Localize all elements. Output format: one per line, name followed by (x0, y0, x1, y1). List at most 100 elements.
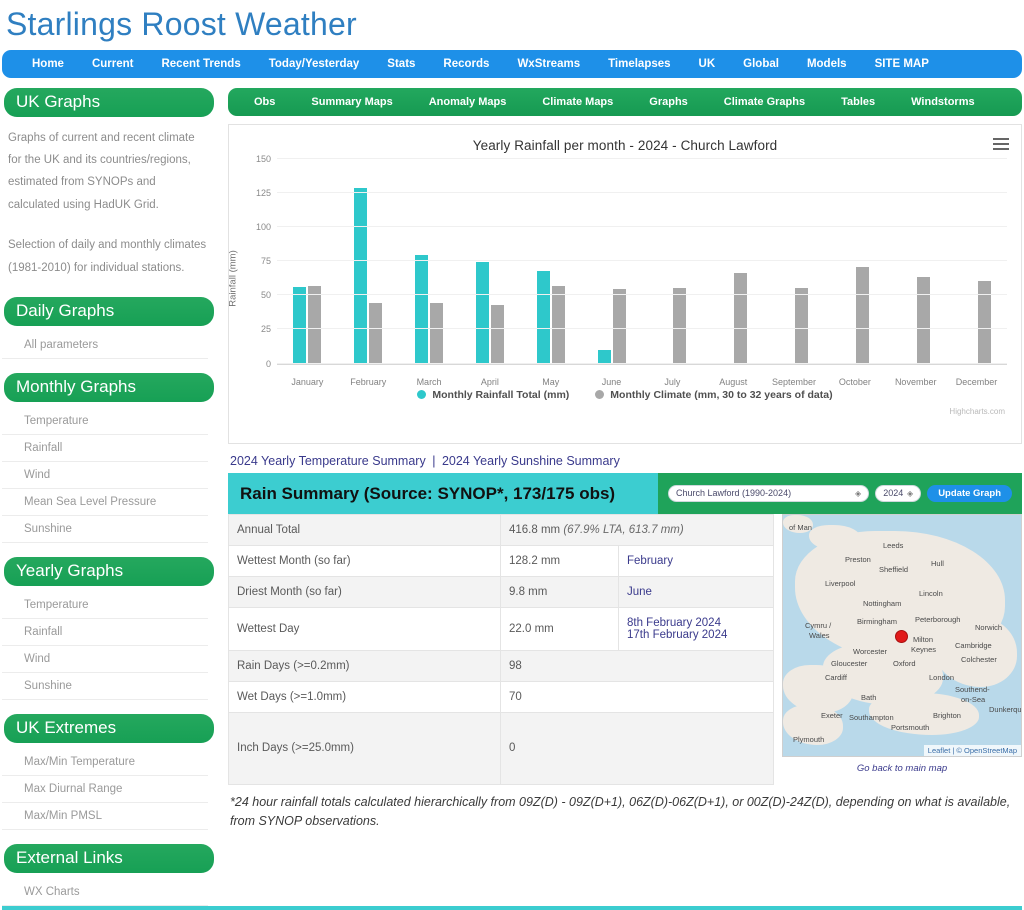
chart-bar[interactable] (293, 287, 307, 364)
legend-item[interactable]: Monthly Rainfall Total (mm) (417, 389, 569, 401)
map-place-label: Gloucester (831, 658, 868, 668)
sidebar-item-rainfall[interactable]: Rainfall (2, 619, 208, 647)
chart-gridline: 125 (256, 188, 1007, 198)
row-link[interactable]: 17th February 2024 (627, 629, 765, 641)
chart-bar[interactable] (415, 254, 429, 364)
map-place-label: Sheffield (879, 564, 909, 574)
chart-bar[interactable] (551, 286, 565, 364)
nav-item-recent-trends[interactable]: Recent Trends (147, 58, 254, 70)
chart-bar[interactable] (490, 304, 504, 364)
chart-bar[interactable] (354, 188, 368, 364)
sidebar-item-max-min-temperature[interactable]: Max/Min Temperature (2, 749, 208, 777)
link-temperature-summary[interactable]: 2024 Yearly Temperature Summary (230, 454, 426, 468)
chart-bar[interactable] (597, 350, 611, 364)
sidebar-item-wx-charts[interactable]: WX Charts (2, 879, 208, 907)
x-axis-tick: August (719, 376, 748, 387)
sidebar-item-temperature[interactable]: Temperature (2, 592, 208, 620)
link-sunshine-summary[interactable]: 2024 Yearly Sunshine Summary (442, 454, 620, 468)
map-attribution: Leaflet | © OpenStreetMap (923, 744, 1021, 756)
sidebar-item-max-min-pmsl[interactable]: Max/Min PMSL (2, 803, 208, 831)
nav-item-home[interactable]: Home (14, 58, 78, 70)
chart-bar[interactable] (795, 287, 809, 364)
back-to-main-map-link[interactable]: Go back to main map (857, 763, 947, 774)
nav-item-global[interactable]: Global (729, 58, 793, 70)
chart-category-group (824, 159, 885, 364)
update-graph-button[interactable]: Update Graph (927, 484, 1012, 502)
chart-bar[interactable] (855, 267, 869, 364)
map-place-label: Wales (809, 630, 830, 640)
sidebar-item-max-diurnal-range[interactable]: Max Diurnal Range (2, 776, 208, 804)
legend-color-swatch (595, 390, 605, 400)
nav-item-models[interactable]: Models (793, 58, 861, 70)
row-value: 70 (500, 680, 774, 713)
sidebar-item-sunshine[interactable]: Sunshine (2, 516, 208, 544)
row-value: 416.8 mm (67.9% LTA, 613.7 mm) (500, 513, 774, 546)
nav-item-wxstreams[interactable]: WxStreams (503, 58, 594, 70)
x-axis-tick: December (955, 376, 998, 387)
nav-item-today-yesterday[interactable]: Today/Yesterday (255, 58, 374, 70)
chart-gridline: 75 (261, 256, 1007, 266)
sidebar-item-wind[interactable]: Wind (2, 462, 208, 490)
sidebar-item-all-parameters[interactable]: All parameters (2, 332, 208, 360)
y-axis-tick: 75 (260, 256, 271, 267)
nav-item-current[interactable]: Current (78, 58, 148, 70)
chart-gridline: 0 (266, 359, 1007, 369)
subnav-item-anomaly-maps[interactable]: Anomaly Maps (411, 96, 525, 108)
chart-bars (277, 159, 1007, 364)
table-row: Inch Days (>=25.0mm) 0 (228, 711, 774, 785)
sidebar-item-temperature[interactable]: Temperature (2, 408, 208, 436)
chart-bar[interactable] (612, 289, 626, 364)
chart-bar[interactable] (430, 302, 444, 364)
row-link[interactable]: 8th February 2024 (627, 617, 765, 629)
chart-bar[interactable] (673, 287, 687, 364)
row-label: Annual Total (228, 513, 501, 546)
map-place-label: Southend- (955, 684, 990, 694)
map-place-label: Worcester (853, 646, 888, 656)
nav-item-timelapses[interactable]: Timelapses (594, 58, 684, 70)
subnav-item-obs[interactable]: Obs (236, 96, 293, 108)
sidebar-heading-external-links: External Links (4, 844, 214, 874)
row-links: 8th February 2024 17th February 2024 (618, 606, 774, 651)
station-select-value: Church Lawford (1990-2024) (676, 488, 792, 499)
sidebar-item-mean-sea-level-pressure[interactable]: Mean Sea Level Pressure (2, 489, 208, 517)
sidebar-item-sunshine[interactable]: Sunshine (2, 673, 208, 701)
subnav-item-climate-maps[interactable]: Climate Maps (524, 96, 631, 108)
station-select[interactable]: Church Lawford (1990-2024) ◈ (668, 484, 870, 502)
map-place-label: Milton (913, 634, 934, 644)
subnav-item-graphs[interactable]: Graphs (631, 96, 706, 108)
nav-item-site-map[interactable]: SITE MAP (861, 58, 943, 70)
x-axis-tick: June (601, 376, 622, 387)
sidebar-item-rainfall[interactable]: Rainfall (2, 435, 208, 463)
chart-bar[interactable] (475, 262, 489, 364)
map-place-label: Southampton (849, 712, 894, 722)
nav-item-uk[interactable]: UK (685, 58, 730, 70)
chart-bar[interactable] (536, 270, 550, 364)
chart-bar[interactable] (369, 302, 383, 364)
footnote: *24 hour rainfall totals calculated hier… (230, 794, 1011, 829)
chart-gridline: 100 (256, 222, 1007, 232)
row-link[interactable]: February (627, 555, 765, 567)
subnav-item-tables[interactable]: Tables (823, 96, 893, 108)
hamburger-menu-icon[interactable] (993, 135, 1009, 153)
nav-item-stats[interactable]: Stats (373, 58, 429, 70)
station-marker[interactable] (895, 629, 908, 643)
subnav-item-climate-graphs[interactable]: Climate Graphs (706, 96, 823, 108)
subnav-item-windstorms[interactable]: Windstorms (893, 96, 992, 108)
location-map-container: Leaflet | © OpenStreetMap of Man Leeds Pre… (774, 513, 1022, 774)
subnav-item-summary-maps[interactable]: Summary Maps (293, 96, 410, 108)
location-map[interactable]: Leaflet | © OpenStreetMap of Man Leeds Pre… (782, 513, 1022, 757)
nav-item-records[interactable]: Records (429, 58, 503, 70)
row-link[interactable]: June (627, 586, 765, 598)
map-place-label: Portsmouth (891, 722, 930, 732)
chart-bar[interactable] (734, 273, 748, 364)
chart-bar[interactable] (916, 276, 930, 364)
x-axis-tick-labels: January February March April May June July Augu… (277, 377, 1007, 387)
year-select[interactable]: 2024 ◈ (875, 484, 922, 502)
sidebar-item-wind[interactable]: Wind (2, 646, 208, 674)
sidebar: UK Graphs Graphs of current and recent c… (0, 87, 222, 907)
chart-bar[interactable] (308, 286, 322, 364)
legend-item[interactable]: Monthly Climate (mm, 30 to 32 years of d… (595, 389, 833, 401)
map-place-label: London (929, 672, 955, 682)
